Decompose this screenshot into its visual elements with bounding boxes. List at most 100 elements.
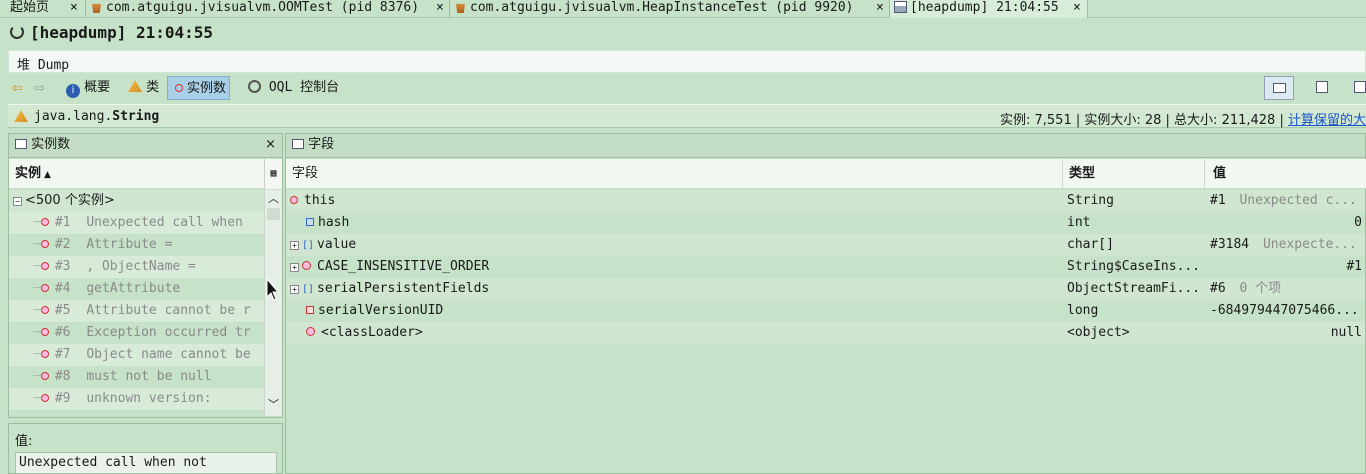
instance-row[interactable]: ┄ #3 , ObjectName = <box>9 256 264 278</box>
instance-value: , ObjectName = <box>86 259 196 274</box>
instance-row[interactable]: ┄ #4 getAttribute <box>9 278 264 300</box>
instances-button[interactable]: 实例数 <box>167 76 231 100</box>
instance-row[interactable]: ┄ #5 Attribute cannot be r <box>9 300 264 322</box>
instance-id: #4 <box>54 281 71 296</box>
instance-group-row[interactable]: − <500 个实例> <box>9 190 264 212</box>
view-toolbar: ⇦ ⇨ i 概要 类 实例数 OQL 控制台 <box>0 74 1366 102</box>
field-row[interactable]: +[] serialPersistentFields ObjectStreamFi.… <box>286 278 1365 300</box>
field-name: CASE_INSENSITIVE_ORDER <box>317 259 490 274</box>
static-object-icon <box>306 327 315 336</box>
fields-panel-title: 字段 <box>308 137 335 152</box>
fields-panel-header: 字段 <box>286 134 1365 158</box>
value-column-header[interactable]: 值 <box>1213 159 1226 189</box>
value-text-area[interactable]: Unexpected call when not <box>15 452 277 474</box>
instance-row[interactable]: ┄ #8 must not be null <box>9 366 264 388</box>
class-icon <box>128 80 142 92</box>
tab-close-icon[interactable]: × <box>1073 0 1081 16</box>
instance-row[interactable]: ┄ #9 unknown version: <box>9 388 264 410</box>
field-value: -684979447075466... <box>1210 303 1359 318</box>
field-name: serialPersistentFields <box>317 281 490 296</box>
oql-label: OQL 控制台 <box>268 80 340 95</box>
instance-row[interactable]: ┄ #7 Object name cannot be <box>9 344 264 366</box>
class-name: java.lang.String <box>34 109 160 124</box>
summary-button[interactable]: i 概要 <box>66 76 110 100</box>
field-type: String$CaseIns... <box>1067 259 1201 274</box>
class-stats: 实例: 7,551 | 实例大小: 28 | 总大小: 211,428 | 计算… <box>999 113 1366 128</box>
instance-icon <box>40 328 49 336</box>
instances-view-toggle[interactable] <box>1264 76 1294 100</box>
object-icon <box>290 196 298 204</box>
tab-oomtest[interactable]: com.atguigu.jvisualvm.OOMTest (pid 8376) <box>86 0 450 18</box>
instance-row[interactable]: ┄ #2 Attribute = <box>9 234 264 256</box>
field-type: ObjectStreamFi... <box>1067 281 1201 296</box>
instance-icon <box>40 284 49 292</box>
java-cup-icon <box>91 3 102 13</box>
column-selector-icon[interactable]: ▦ <box>264 159 282 189</box>
oql-icon <box>248 80 261 93</box>
expand-icon[interactable]: + <box>290 285 299 294</box>
document-tab-bar: 起始页 × com.atguigu.jvisualvm.OOMTest (pid… <box>0 0 1366 18</box>
field-value: #3184 Unexpecte... <box>1210 237 1357 252</box>
field-row[interactable]: <classLoader> <object> null <box>286 322 1365 344</box>
forward-arrow-icon[interactable]: ⇨ <box>34 76 45 100</box>
back-arrow-icon[interactable]: ⇦ <box>12 76 23 100</box>
tab-label: com.atguigu.jvisualvm.HeapInstanceTest (… <box>470 0 854 15</box>
scroll-down-icon[interactable]: ﹀ <box>268 396 279 412</box>
instance-value: Unexpected call when <box>86 215 243 230</box>
oql-console-button[interactable]: OQL 控制台 <box>248 76 339 100</box>
instance-icon <box>40 372 49 380</box>
instance-column-header[interactable]: 实例 ▲ <box>9 159 264 189</box>
instance-row[interactable]: ┄ #6 Exception occurred tr <box>9 322 264 344</box>
tab-heapdump[interactable]: [heapdump] 21:04:55 <box>890 0 1088 18</box>
java-cup-icon <box>455 3 466 13</box>
array-icon: [] <box>302 284 315 295</box>
fields-view-toggle[interactable] <box>1306 76 1336 100</box>
field-name: hash <box>318 215 350 230</box>
tab-close-icon[interactable]: × <box>436 0 444 16</box>
static-field-icon <box>306 306 314 314</box>
tab-close-icon[interactable]: × <box>70 0 78 16</box>
tab-close-icon[interactable]: × <box>876 0 884 16</box>
instance-id: #3 <box>54 259 71 274</box>
class-info-bar: java.lang.String 实例: 7,551 | 实例大小: 28 | … <box>8 104 1366 128</box>
instances-scrollbar[interactable]: ︿ ﹀ <box>264 190 282 416</box>
tab-label: [heapdump] 21:04:55 <box>910 0 1059 15</box>
expand-icon[interactable]: + <box>290 241 299 250</box>
sort-ascending-icon: ▲ <box>44 170 51 180</box>
instance-value: unknown version: <box>86 391 212 406</box>
tab-label: com.atguigu.jvisualvm.OOMTest (pid 8376) <box>106 0 420 15</box>
value-label: 值: <box>15 434 33 449</box>
references-view-toggle[interactable] <box>1346 76 1366 100</box>
instance-id: #5 <box>54 303 71 318</box>
field-value: #6 0 个项 <box>1210 281 1282 296</box>
scroll-thumb[interactable] <box>267 208 280 220</box>
expand-icon[interactable]: + <box>290 263 299 272</box>
close-icon[interactable]: × <box>265 134 276 156</box>
instance-row[interactable]: ┄ #1 Unexpected call when <box>9 212 264 234</box>
primitive-field-icon <box>306 218 314 226</box>
value-panel: 值: Unexpected call when not <box>8 423 283 474</box>
scroll-up-icon[interactable]: ︿ <box>268 190 279 206</box>
instance-icon <box>40 240 49 248</box>
array-icon: [] <box>302 240 315 251</box>
field-row[interactable]: serialVersionUID long -684979447075466... <box>286 300 1365 322</box>
type-column-header[interactable]: 类型 <box>1069 159 1095 189</box>
page-title: [heapdump] 21:04:55 <box>30 23 214 42</box>
field-row[interactable]: + CASE_INSENSITIVE_ORDER String$CaseIns...… <box>286 256 1365 278</box>
field-value: #1 Unexpected c... <box>1210 193 1357 208</box>
field-column-header[interactable]: 字段 <box>292 159 318 189</box>
compute-retained-sizes-link[interactable]: 计算保留的大 <box>1288 113 1366 128</box>
window-icon <box>15 139 27 149</box>
field-row[interactable]: this String #1 Unexpected c... <box>286 190 1365 212</box>
collapse-icon[interactable]: − <box>13 197 22 206</box>
tab-heapinstancetest[interactable]: com.atguigu.jvisualvm.HeapInstanceTest (… <box>450 0 890 18</box>
static-object-icon <box>302 261 311 270</box>
classes-button[interactable]: 类 <box>128 76 159 100</box>
field-row[interactable]: hash int 0 <box>286 212 1365 234</box>
instance-icon <box>40 218 49 226</box>
heapdump-icon <box>894 1 907 13</box>
title-bar: [heapdump] 21:04:55 <box>0 19 1366 49</box>
field-row[interactable]: +[] value char[] #3184 Unexpecte... <box>286 234 1365 256</box>
instance-id: #9 <box>54 391 71 406</box>
instance-value: Object name cannot be <box>86 347 251 362</box>
